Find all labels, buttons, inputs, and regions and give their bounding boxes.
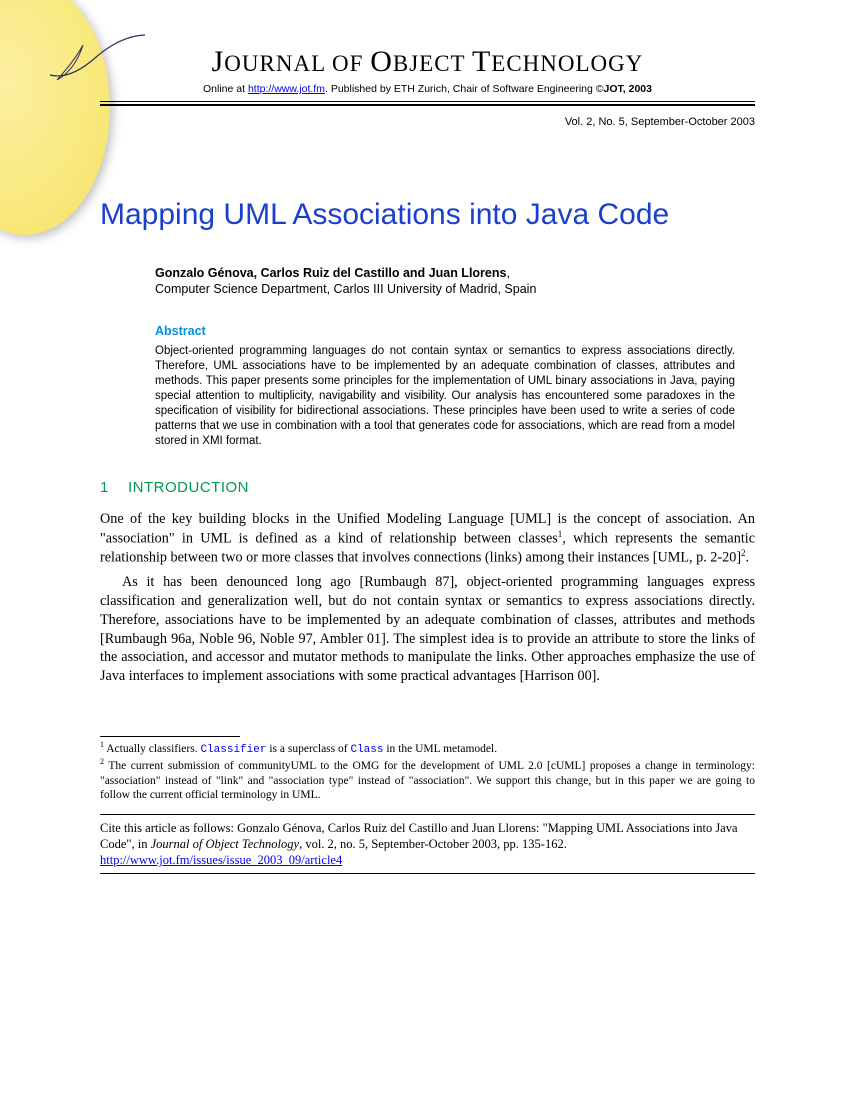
body-paragraph-1: One of the key building blocks in the Un…: [100, 510, 755, 568]
divider-thick: [100, 104, 755, 106]
body-paragraph-2: As it has been denounced long ago [Rumba…: [100, 573, 755, 685]
volume-info: Vol. 2, No. 5, September-October 2003: [100, 116, 755, 128]
authors-block: Gonzalo Génova, Carlos Ruiz del Castillo…: [155, 265, 735, 299]
journal-url-link[interactable]: http://www.jot.fm: [248, 83, 325, 95]
swoosh-decoration: [45, 30, 155, 100]
page-content: JOURNAL OF OBJECT TECHNOLOGY Online at h…: [0, 0, 850, 914]
journal-title: JOURNAL OF OBJECT TECHNOLOGY: [100, 45, 755, 79]
section-title: INTRODUCTION: [128, 479, 249, 496]
footnote-2: 2 The current submission of communityUML…: [100, 757, 755, 802]
abstract-heading: Abstract: [155, 324, 735, 338]
article-title: Mapping UML Associations into Java Code: [100, 198, 755, 233]
author-affiliation: Computer Science Department, Carlos III …: [155, 282, 536, 296]
online-suffix: . Published by ETH Zurich, Chair of Soft…: [325, 83, 604, 95]
abstract-block: Abstract Object-oriented programming lan…: [155, 324, 735, 449]
citation-suffix: , vol. 2, no. 5, September-October 2003,…: [299, 837, 567, 851]
online-prefix: Online at: [203, 83, 248, 95]
jot-bold: JOT, 2003: [604, 83, 652, 95]
footnote-1: 1 Actually classifiers. Classifier is a …: [100, 740, 755, 758]
citation-url-link[interactable]: http://www.jot.fm/issues/issue_2003_09/a…: [100, 853, 342, 867]
divider: [100, 101, 755, 102]
journal-subline: Online at http://www.jot.fm. Published b…: [100, 83, 755, 95]
footnote-rule: [100, 736, 240, 737]
citation-box: Cite this article as follows: Gonzalo Gé…: [100, 814, 755, 874]
section-number: 1: [100, 479, 128, 496]
section-heading: 1INTRODUCTION: [100, 479, 755, 496]
author-names: Gonzalo Génova, Carlos Ruiz del Castillo…: [155, 266, 506, 280]
abstract-text: Object-oriented programming languages do…: [155, 344, 735, 449]
citation-journal: Journal of Object Technology: [151, 837, 299, 851]
